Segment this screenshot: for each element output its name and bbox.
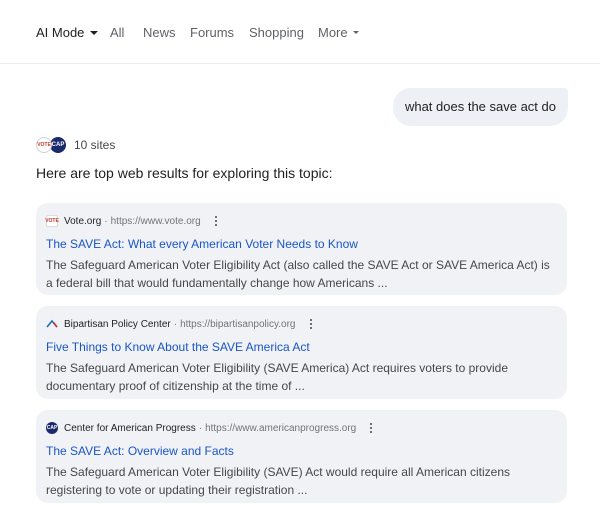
tab-more-label: More — [318, 25, 348, 40]
result-source: Bipartisan Policy Center · https://bipar… — [46, 316, 557, 332]
bipartisan-policy-center-favicon-icon — [46, 318, 58, 330]
separator: · — [104, 215, 108, 227]
result-title-link[interactable]: The SAVE Act: Overview and Facts — [46, 442, 557, 460]
user-query-text: what does the save act do — [404, 99, 556, 114]
tab-ai-mode-label: AI Mode — [36, 25, 85, 40]
search-tab-bar: AI Mode All News Forums Shopping More — [0, 0, 600, 64]
result-site-name: Center for American Progress — [64, 422, 196, 434]
tab-forums[interactable]: Forums — [190, 26, 234, 40]
result-title-link[interactable]: Five Things to Know About the SAVE Ameri… — [46, 338, 557, 356]
result-site-name: Bipartisan Policy Center — [64, 318, 171, 330]
more-options-icon[interactable] — [306, 319, 316, 329]
result-card[interactable]: CAP Center for American Progress · https… — [36, 410, 567, 503]
tab-ai-mode[interactable]: AI Mode — [36, 25, 99, 40]
tab-news-label: News — [143, 25, 176, 40]
separator: · — [198, 422, 203, 434]
tab-all[interactable]: All — [110, 26, 124, 40]
result-card[interactable]: VOTE Vote.org · https://www.vote.org The… — [36, 203, 567, 295]
result-source: VOTE Vote.org · https://www.vote.org — [45, 213, 557, 229]
cap-logo-icon: CAP — [50, 137, 66, 153]
sources-button[interactable]: VOTE CAP 10 sites — [36, 136, 115, 154]
result-source: CAP Center for American Progress · https… — [46, 420, 557, 436]
result-card[interactable]: Bipartisan Policy Center · https://bipar… — [36, 306, 567, 399]
result-title-link[interactable]: The SAVE Act: What every American Voter … — [46, 235, 557, 253]
result-url: https://bipartisanpolicy.org — [180, 318, 296, 330]
cap-favicon-icon: CAP — [46, 422, 58, 434]
separator: · — [173, 318, 178, 330]
tab-all-label: All — [110, 25, 125, 40]
vote-org-favicon-icon: VOTE — [45, 215, 59, 227]
tab-shopping[interactable]: Shopping — [249, 26, 304, 40]
intro-text: Here are top web results for exploring t… — [36, 165, 333, 181]
result-snippet: The Safeguard American Voter Eligibility… — [46, 465, 510, 497]
more-options-icon[interactable] — [211, 216, 221, 226]
result-snippet: The Safeguard American Voter Eligibility… — [46, 361, 508, 393]
tab-more[interactable]: More — [318, 26, 359, 40]
tab-shopping-label: Shopping — [249, 25, 304, 40]
tab-news[interactable]: News — [143, 26, 176, 40]
result-site-name: Vote.org — [64, 215, 102, 227]
sources-count: 10 sites — [74, 138, 116, 152]
more-options-icon[interactable] — [366, 423, 376, 433]
user-query-bubble: what does the save act do — [392, 88, 568, 126]
chevron-down-icon — [352, 31, 359, 35]
tab-forums-label: Forums — [190, 25, 235, 40]
result-snippet: The Safeguard American Voter Eligibility… — [46, 258, 550, 290]
chevron-down-icon — [90, 30, 99, 35]
result-url: https://www.vote.org — [110, 215, 201, 227]
vote-org-logo-icon: VOTE — [36, 137, 52, 153]
result-url: https://www.americanprogress.org — [205, 422, 357, 434]
